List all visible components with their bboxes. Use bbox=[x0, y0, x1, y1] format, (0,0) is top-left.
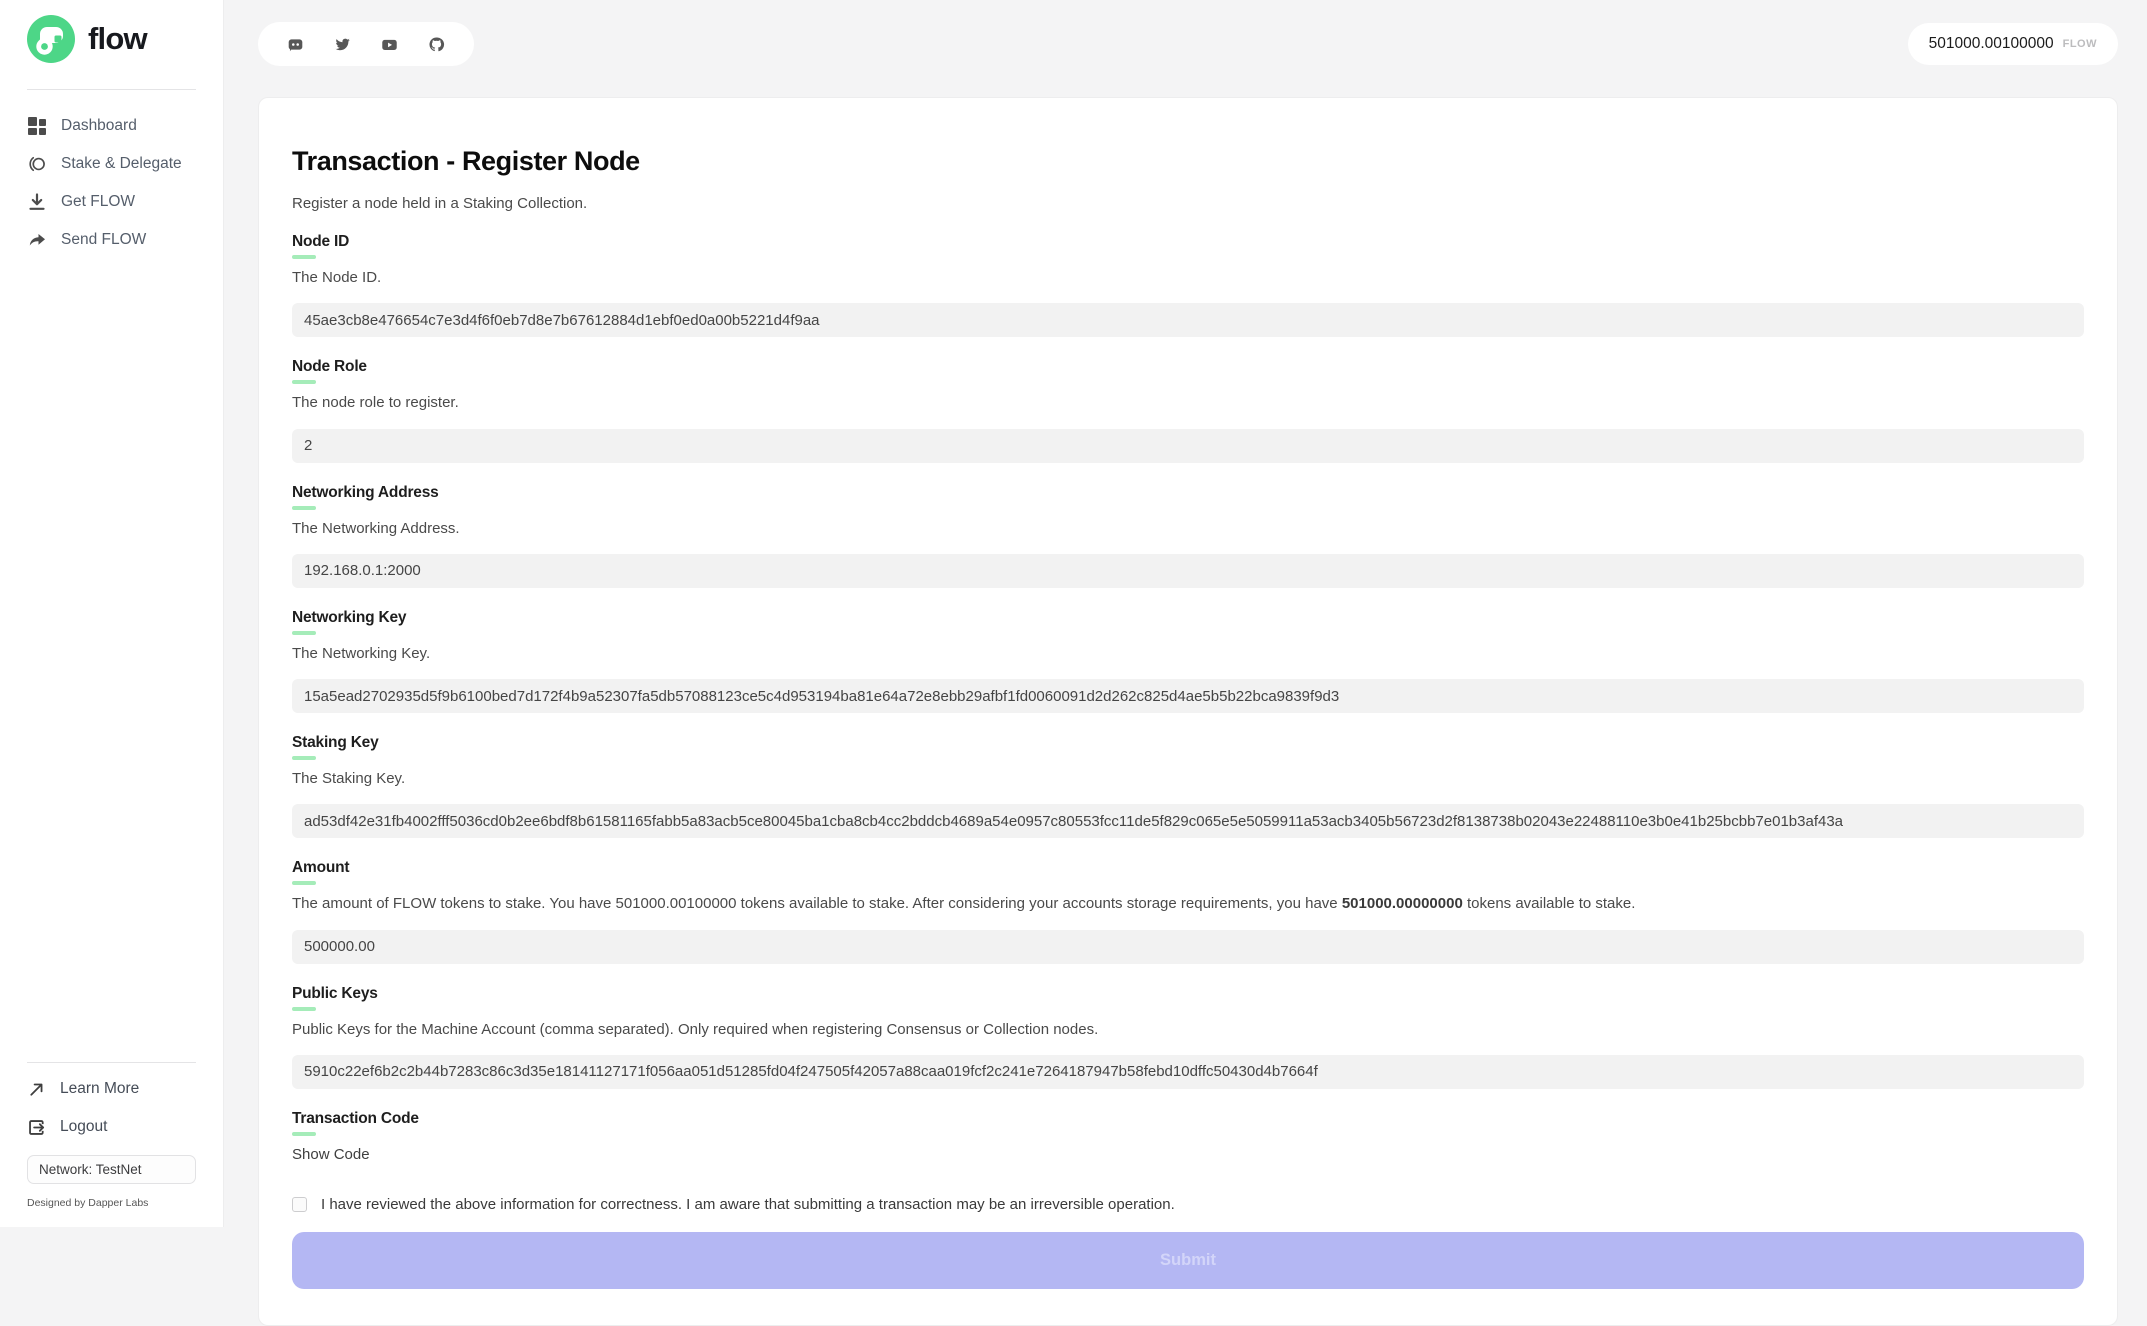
field-staking-key: Staking Key The Staking Key. bbox=[292, 734, 2084, 838]
node-role-input[interactable] bbox=[292, 429, 2084, 463]
download-icon bbox=[27, 192, 47, 212]
submit-button[interactable]: Submit bbox=[292, 1232, 2084, 1289]
label-underline bbox=[292, 506, 316, 510]
sidebar-item-label: Dashboard bbox=[61, 117, 137, 135]
field-transaction-code: Transaction Code Show Code bbox=[292, 1110, 2084, 1163]
logout-button[interactable]: Logout bbox=[27, 1115, 196, 1139]
flow-logo-icon bbox=[27, 15, 75, 63]
youtube-icon[interactable] bbox=[381, 36, 398, 53]
sidebar: flow Dashboard bbox=[0, 0, 224, 1227]
node-id-input[interactable] bbox=[292, 303, 2084, 337]
balance-amount: 501000.00100000 bbox=[1929, 35, 2054, 53]
field-label: Networking Address bbox=[292, 484, 2084, 502]
confirm-label: I have reviewed the above information fo… bbox=[321, 1196, 1175, 1213]
sidebar-item-stake-delegate[interactable]: Stake & Delegate bbox=[27, 152, 196, 176]
label-underline bbox=[292, 1007, 316, 1011]
app-root: flow Dashboard bbox=[0, 0, 2147, 1227]
field-label: Node ID bbox=[292, 233, 2084, 251]
field-public-keys: Public Keys Public Keys for the Machine … bbox=[292, 985, 2084, 1089]
field-label: Node Role bbox=[292, 358, 2084, 376]
send-arrow-icon bbox=[27, 230, 47, 250]
label-underline bbox=[292, 881, 316, 885]
learn-more-link[interactable]: Learn More bbox=[27, 1077, 196, 1101]
topbar: 501000.00100000 FLOW bbox=[258, 22, 2118, 66]
field-description: The Staking Key. bbox=[292, 769, 2084, 789]
label-underline bbox=[292, 756, 316, 760]
logout-label: Logout bbox=[60, 1118, 107, 1136]
field-description: The amount of FLOW tokens to stake. You … bbox=[292, 894, 2084, 914]
field-description: Public Keys for the Machine Account (com… bbox=[292, 1020, 2084, 1040]
transaction-card: Transaction - Register Node Register a n… bbox=[258, 97, 2118, 1326]
account-balance-pill: 501000.00100000 FLOW bbox=[1908, 23, 2118, 65]
confirm-row: I have reviewed the above information fo… bbox=[292, 1196, 2084, 1213]
flow-logo[interactable]: flow bbox=[27, 15, 196, 63]
sidebar-item-label: Send FLOW bbox=[61, 231, 146, 249]
balance-currency: FLOW bbox=[2063, 38, 2097, 50]
github-icon[interactable] bbox=[428, 36, 445, 53]
field-label: Transaction Code bbox=[292, 1110, 2084, 1128]
field-amount: Amount The amount of FLOW tokens to stak… bbox=[292, 859, 2084, 963]
page-subtitle: Register a node held in a Staking Collec… bbox=[292, 195, 2084, 212]
flow-wordmark: flow bbox=[88, 21, 147, 57]
sidebar-footer: Learn More Logout Network: TestNet Desig… bbox=[27, 1036, 196, 1209]
staking-key-input[interactable] bbox=[292, 804, 2084, 838]
learn-more-label: Learn More bbox=[60, 1080, 139, 1098]
credit-text: Designed by Dapper Labs bbox=[27, 1197, 196, 1209]
field-description: The Networking Key. bbox=[292, 644, 2084, 664]
label-underline bbox=[292, 631, 316, 635]
sidebar-nav: Dashboard Stake & Delegate bbox=[27, 114, 196, 266]
amount-desc-pre: The amount of FLOW tokens to stake. You … bbox=[292, 895, 1342, 912]
sidebar-divider-bottom bbox=[27, 1062, 196, 1063]
networking-address-input[interactable] bbox=[292, 554, 2084, 588]
amount-input[interactable] bbox=[292, 930, 2084, 964]
field-networking-key: Networking Key The Networking Key. bbox=[292, 609, 2084, 713]
field-networking-address: Networking Address The Networking Addres… bbox=[292, 484, 2084, 588]
discord-icon[interactable] bbox=[287, 36, 304, 53]
field-node-role: Node Role The node role to register. bbox=[292, 358, 2084, 462]
networking-key-input[interactable] bbox=[292, 679, 2084, 713]
amount-desc-post: tokens available to stake. bbox=[1463, 895, 1636, 912]
social-links-pill bbox=[258, 22, 474, 66]
field-description: The Networking Address. bbox=[292, 519, 2084, 539]
main-area: 501000.00100000 FLOW Transaction - Regis… bbox=[224, 0, 2147, 1227]
page-title: Transaction - Register Node bbox=[292, 146, 2084, 177]
dashboard-grid-icon bbox=[27, 116, 47, 136]
sidebar-item-dashboard[interactable]: Dashboard bbox=[27, 114, 196, 138]
network-badge: Network: TestNet bbox=[27, 1155, 196, 1184]
show-code-link[interactable]: Show Code bbox=[292, 1146, 370, 1163]
field-label: Public Keys bbox=[292, 985, 2084, 1003]
label-underline bbox=[292, 380, 316, 384]
stake-circles-icon bbox=[27, 154, 47, 174]
label-underline bbox=[292, 1132, 316, 1136]
field-description: The node role to register. bbox=[292, 393, 2084, 413]
twitter-icon[interactable] bbox=[334, 36, 351, 53]
external-link-icon bbox=[27, 1080, 46, 1099]
field-node-id: Node ID The Node ID. bbox=[292, 233, 2084, 337]
amount-available-bold: 501000.00000000 bbox=[1342, 895, 1463, 912]
public-keys-input[interactable] bbox=[292, 1055, 2084, 1089]
field-label: Staking Key bbox=[292, 734, 2084, 752]
logout-icon bbox=[27, 1118, 46, 1137]
field-label: Amount bbox=[292, 859, 2084, 877]
sidebar-item-send-flow[interactable]: Send FLOW bbox=[27, 228, 196, 252]
confirm-checkbox[interactable] bbox=[292, 1197, 307, 1212]
field-label: Networking Key bbox=[292, 609, 2084, 627]
sidebar-divider-top bbox=[27, 89, 196, 90]
sidebar-item-get-flow[interactable]: Get FLOW bbox=[27, 190, 196, 214]
label-underline bbox=[292, 255, 316, 259]
sidebar-item-label: Stake & Delegate bbox=[61, 155, 182, 173]
field-description: The Node ID. bbox=[292, 268, 2084, 288]
sidebar-item-label: Get FLOW bbox=[61, 193, 135, 211]
